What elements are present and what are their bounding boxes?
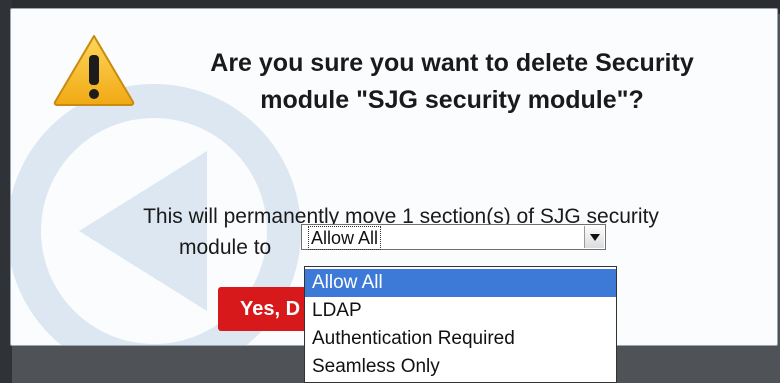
chevron-down-icon[interactable] (584, 226, 604, 248)
option-seamless-only[interactable]: Seamless Only (305, 353, 616, 381)
option-allow-all[interactable]: Allow All (305, 269, 616, 297)
warning-triangle-icon (53, 35, 135, 106)
dialog-message-continued: module to (179, 236, 272, 259)
target-module-select[interactable]: Allow All (301, 224, 606, 250)
option-ldap[interactable]: LDAP (305, 297, 616, 325)
option-authentication-required[interactable]: Authentication Required (305, 325, 616, 353)
select-options-list: Allow All LDAP Authentication Required S… (304, 266, 617, 383)
select-current-value: Allow All (307, 226, 382, 250)
dialog-title: Are you sure you want to delete Security… (210, 49, 694, 114)
